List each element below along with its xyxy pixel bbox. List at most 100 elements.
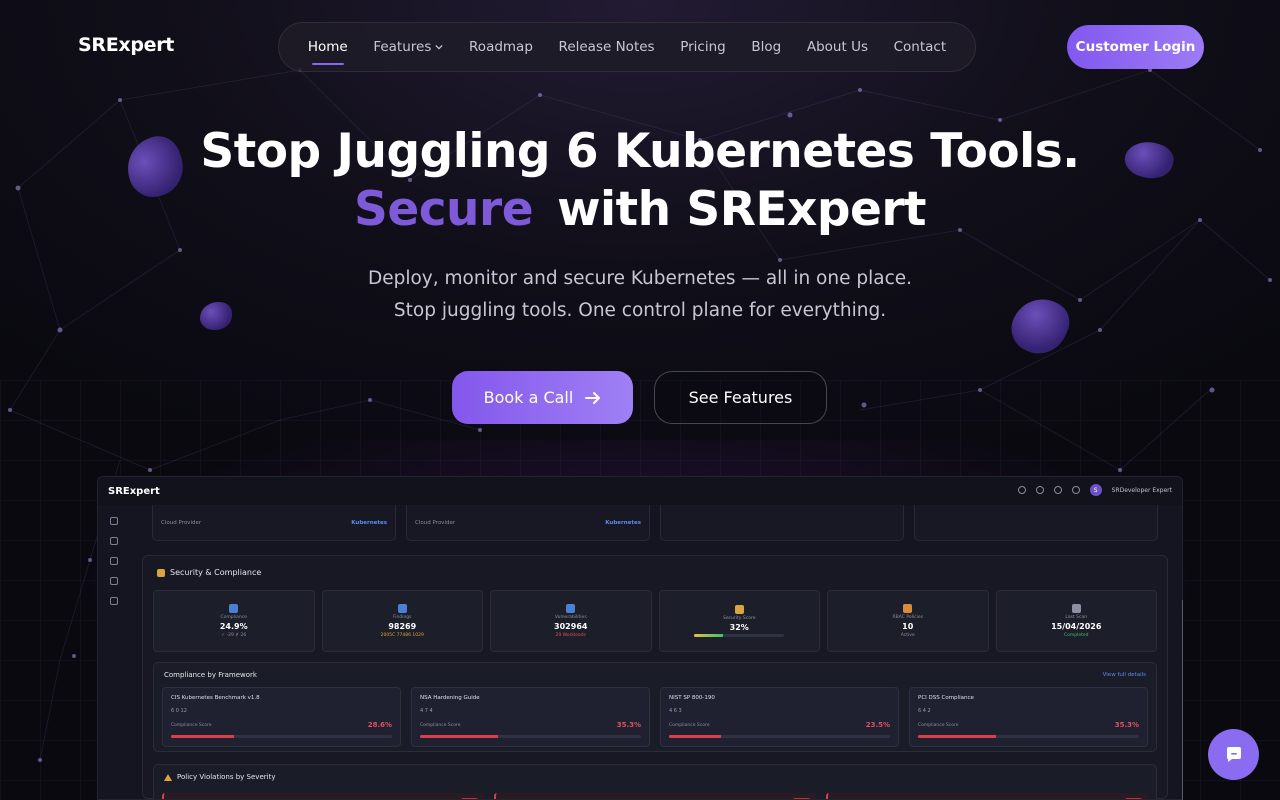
framework-counts: 4 7 4 — [420, 708, 433, 714]
nav-item-features[interactable]: Features — [373, 39, 444, 55]
security-stats: Compliance 24.9% ✓ -29 ✗ 26 Findings 98269 2… — [153, 590, 1157, 652]
framework-progress — [171, 735, 392, 738]
chat-button[interactable] — [1208, 729, 1259, 780]
nav-label: Home — [307, 39, 348, 55]
card-value: Kubernetes — [605, 519, 641, 526]
stat-vulnerabilities: Vulnerabilities 302964 29 Workloads — [490, 590, 652, 652]
framework-progress-fill — [918, 735, 996, 738]
framework-counts: 6 4 2 — [918, 708, 931, 714]
stat-sub: 29 Workloads — [555, 633, 586, 638]
stat-value: 24.9% — [219, 622, 248, 631]
framework-progress — [669, 735, 890, 738]
score-progress — [694, 634, 785, 637]
cluster-card: Cloud Provider Kubernetes — [152, 505, 396, 541]
dashboard-topbar: SRExpert S SRDeveloper Expert — [98, 477, 1182, 505]
stat-compliance: Compliance 24.9% ✓ -29 ✗ 26 — [153, 590, 315, 652]
section-title: Policy Violations by Severity — [177, 773, 276, 781]
nav-item-pricing[interactable]: Pricing — [680, 39, 726, 55]
nav-item-blog[interactable]: Blog — [751, 39, 781, 55]
see-features-button[interactable]: See Features — [654, 371, 827, 424]
framework-progress-fill — [420, 735, 498, 738]
view-details-link[interactable]: View full details — [1103, 672, 1146, 678]
framework-card[interactable]: NIST SP 800-190 4 6 3 Compliance Score 23.5… — [660, 687, 899, 747]
stat-value: 302964 — [554, 622, 588, 631]
framework-counts: 4 6 3 — [669, 708, 682, 714]
dashboard-username: SRDeveloper Expert — [1111, 486, 1172, 494]
security-panel: Security & Compliance Compliance 24.9% ✓ -… — [142, 555, 1168, 799]
scroll-indicator — [1182, 600, 1183, 800]
framework-panel: Compliance by Framework View full detail… — [153, 662, 1157, 752]
violation-card[interactable]: imagedigestsHIGH — [826, 793, 1148, 799]
chart-icon — [229, 604, 239, 613]
framework-name: NSA Hardening Guide — [420, 695, 480, 701]
nav-label: About Us — [806, 39, 868, 55]
cluster-cards: Cloud Provider Kubernetes Cloud Provider K… — [152, 505, 1158, 541]
framework-counts: 6 0 12 — [171, 708, 187, 714]
dashboard-sidebar — [98, 505, 130, 799]
violation-card[interactable]: allowedreposHIGH — [162, 793, 484, 799]
framework-progress-fill — [669, 735, 721, 738]
cluster-card — [660, 505, 904, 541]
framework-score-label: Compliance Score — [918, 723, 959, 728]
framework-card[interactable]: CIS Kubernetes Benchmark v1.8 6 0 12 Compl… — [162, 687, 401, 747]
nav-item-about-us[interactable]: About Us — [807, 39, 868, 55]
search-icon — [566, 604, 576, 613]
violation-card[interactable]: containerlimitsHIGH — [494, 793, 816, 799]
dashboard-main: Cloud Provider Kubernetes Cloud Provider K… — [142, 505, 1168, 799]
bell-icon — [1035, 486, 1044, 494]
nav-item-home[interactable]: Home — [307, 39, 348, 65]
framework-card[interactable]: NSA Hardening Guide 4 7 4 Compliance Score… — [411, 687, 650, 747]
shield-icon — [110, 557, 118, 565]
chevron-down-icon — [435, 44, 444, 50]
stat-sub: Completed — [1063, 633, 1089, 638]
settings-icon — [1017, 486, 1026, 494]
grid-icon — [110, 517, 118, 525]
framework-name: NIST SP 800-190 — [669, 695, 715, 701]
brand-logo[interactable]: SRExpert — [78, 34, 174, 56]
framework-card[interactable]: PCI DSS Compliance 6 4 2 Compliance Score 3… — [909, 687, 1148, 747]
trophy-icon — [734, 605, 744, 614]
server-icon — [110, 537, 118, 545]
score-progress-fill — [694, 634, 724, 637]
stat-value: 15/04/2026 — [1051, 622, 1102, 631]
nav-label: Contact — [893, 39, 947, 55]
framework-score: 35.3% — [616, 721, 641, 729]
cluster-card — [914, 505, 1158, 541]
stat-label: Security Score — [722, 616, 756, 621]
stat-last-scan: Last Scan 15/04/2026 Completed — [995, 590, 1157, 652]
avatar: S — [1089, 484, 1102, 496]
stat-findings: Findings 98269 2005C 77486 1029 — [321, 590, 483, 652]
nav-label: Blog — [751, 39, 782, 55]
nav-item-release-notes[interactable]: Release Notes — [559, 39, 655, 55]
nav-label: Release Notes — [558, 39, 655, 55]
nav-item-contact[interactable]: Contact — [894, 39, 947, 55]
warning-icon — [164, 773, 172, 781]
arrow-right-icon — [585, 391, 601, 404]
section-title: Security & Compliance — [170, 568, 262, 577]
cluster-card: Cloud Provider Kubernetes — [406, 505, 650, 541]
gear-icon — [110, 597, 118, 605]
customer-login-button[interactable]: Customer Login — [1067, 25, 1204, 69]
book-call-button[interactable]: Book a Call — [452, 371, 633, 424]
dashboard-preview: SRExpert S SRDeveloper Expert Cloud Prov… — [97, 476, 1183, 800]
stat-security-score: Security Score 32% — [658, 590, 820, 652]
hero-title: Stop Juggling 6 Kubernetes Tools. — [200, 124, 1080, 179]
framework-progress-fill — [171, 735, 235, 738]
gear-icon — [1053, 486, 1062, 494]
framework-score-label: Compliance Score — [669, 723, 710, 728]
stat-label: Last Scan — [1065, 615, 1088, 620]
framework-progress — [420, 735, 641, 738]
dashboard-topbar-actions: S SRDeveloper Expert — [1017, 484, 1172, 496]
violations-title: Policy Violations by Severity — [164, 773, 275, 781]
nav-item-roadmap[interactable]: Roadmap — [469, 39, 533, 55]
button-label: Book a Call — [483, 388, 574, 407]
nav-label: Pricing — [680, 39, 726, 55]
lock-icon — [903, 604, 913, 613]
framework-score-label: Compliance Score — [171, 723, 212, 728]
framework-score: 35.3% — [1114, 721, 1139, 729]
activity-icon — [110, 577, 118, 585]
stat-value: 98269 — [388, 622, 417, 631]
framework-cards: CIS Kubernetes Benchmark v1.8 6 0 12 Compl… — [162, 687, 1148, 747]
framework-score: 28.6% — [367, 721, 392, 729]
hero-title-rest: with SRExpert — [557, 182, 927, 237]
